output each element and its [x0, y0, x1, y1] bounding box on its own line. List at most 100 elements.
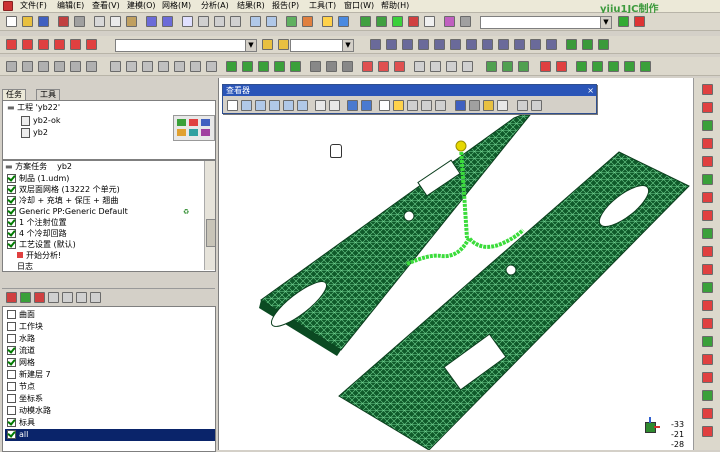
- menu-help[interactable]: 帮助(H): [381, 0, 409, 12]
- mesh-tool-36-icon[interactable]: [608, 61, 619, 72]
- menu-model[interactable]: 建模(O): [127, 0, 156, 12]
- layer-item[interactable]: 流道: [7, 345, 35, 357]
- layer-combo[interactable]: ▼: [290, 39, 354, 52]
- query-icon[interactable]: [322, 16, 333, 27]
- menu-file[interactable]: 文件(F): [20, 0, 47, 12]
- checkbox-icon[interactable]: [7, 394, 16, 403]
- viewer-pan-icon[interactable]: [255, 100, 266, 111]
- checkbox-icon[interactable]: [7, 310, 16, 319]
- menu-view[interactable]: 查看(V): [92, 0, 120, 12]
- save-icon[interactable]: [38, 16, 49, 27]
- grid-icon[interactable]: [460, 16, 471, 27]
- viewer-center-icon[interactable]: [297, 100, 308, 111]
- mesh-tool-32-icon[interactable]: [540, 61, 551, 72]
- viewer-query-icon[interactable]: [329, 100, 340, 111]
- zoom-icon[interactable]: [230, 16, 241, 27]
- side-tool-20-icon[interactable]: [702, 426, 713, 437]
- menu-edit[interactable]: 编辑(E): [57, 0, 84, 12]
- viewer-view-front-icon[interactable]: [393, 100, 404, 111]
- report-icon[interactable]: [444, 16, 455, 27]
- layer-props-icon[interactable]: [48, 292, 59, 303]
- layer-item[interactable]: 新建层 7: [7, 369, 51, 381]
- viewer-next-icon[interactable]: [531, 100, 542, 111]
- side-tool-11-icon[interactable]: [702, 264, 713, 275]
- delete-layer-icon[interactable]: [34, 292, 45, 303]
- copy-icon[interactable]: [110, 16, 121, 27]
- side-tool-8-icon[interactable]: [702, 210, 713, 221]
- mesh-tool-2-icon[interactable]: [22, 61, 33, 72]
- mesh-tool-37-icon[interactable]: [624, 61, 635, 72]
- project-item-yb2[interactable]: yb2: [21, 127, 48, 139]
- mesh-tool-11-icon[interactable]: [174, 61, 185, 72]
- node-icon[interactable]: [6, 39, 17, 50]
- fit-icon[interactable]: [250, 16, 261, 27]
- mesh-tool-33-icon[interactable]: [556, 61, 567, 72]
- model-viewport[interactable]: -33 -21 -28: [218, 78, 693, 450]
- tool-b-icon[interactable]: [386, 39, 397, 50]
- tool-i-icon[interactable]: [498, 39, 509, 50]
- mesh-tool-16-icon[interactable]: [258, 61, 269, 72]
- open-icon[interactable]: [22, 16, 33, 27]
- mesh-tool-34-icon[interactable]: [576, 61, 587, 72]
- undo-icon[interactable]: [146, 16, 157, 27]
- help-icon[interactable]: [338, 16, 349, 27]
- side-tool-12-icon[interactable]: [702, 282, 713, 293]
- mesh-tool-4-icon[interactable]: [54, 61, 65, 72]
- menu-mesh[interactable]: 网格(M): [162, 0, 191, 12]
- new-icon[interactable]: [6, 16, 17, 27]
- menu-window[interactable]: 窗口(W): [344, 0, 374, 12]
- tool-j-icon[interactable]: [514, 39, 525, 50]
- select-icon[interactable]: [182, 16, 193, 27]
- mesh-tool-5-icon[interactable]: [70, 61, 81, 72]
- checkbox-icon[interactable]: [7, 322, 16, 331]
- project-item-yb2-ok[interactable]: yb2-ok: [21, 115, 60, 127]
- boundary-icon[interactable]: [86, 39, 97, 50]
- mesh-tool-22-icon[interactable]: [362, 61, 373, 72]
- view-combo[interactable]: ▼: [480, 16, 612, 29]
- clean-layer-icon[interactable]: [90, 292, 101, 303]
- mesh-tool-30-icon[interactable]: [502, 61, 513, 72]
- viewer-measure-icon[interactable]: [315, 100, 326, 111]
- tool-n-icon[interactable]: [582, 39, 593, 50]
- menu-results[interactable]: 结果(R): [237, 0, 265, 12]
- paste-icon[interactable]: [126, 16, 137, 27]
- mesh-tool-14-icon[interactable]: [226, 61, 237, 72]
- mesh-tool-23-icon[interactable]: [378, 61, 389, 72]
- mesh-tool-6-icon[interactable]: [86, 61, 97, 72]
- study-scrollbar[interactable]: [204, 161, 215, 270]
- viewer-persp-icon[interactable]: [497, 100, 508, 111]
- log-icon[interactable]: [424, 16, 435, 27]
- tool-a-icon[interactable]: [370, 39, 381, 50]
- tab-tools[interactable]: 工具: [36, 89, 60, 100]
- mesh-tool-12-icon[interactable]: [190, 61, 201, 72]
- view-icon[interactable]: [266, 16, 277, 27]
- mesh-tool-13-icon[interactable]: [206, 61, 217, 72]
- viewer-light-icon[interactable]: [483, 100, 494, 111]
- viewer-view-iso-icon[interactable]: [421, 100, 432, 111]
- mesh-tool-18-icon[interactable]: [290, 61, 301, 72]
- layer-icon[interactable]: [360, 16, 371, 27]
- viewer-plane-icon[interactable]: [347, 100, 358, 111]
- side-tool-10-icon[interactable]: [702, 246, 713, 257]
- palette-icon[interactable]: [634, 16, 645, 27]
- layer-item[interactable]: 标具: [7, 417, 35, 429]
- side-tool-17-icon[interactable]: [702, 372, 713, 383]
- hole-icon[interactable]: [54, 39, 65, 50]
- viewer-toolbar-title[interactable]: 查看器 ×: [223, 85, 596, 96]
- mesh-tool-15-icon[interactable]: [242, 61, 253, 72]
- mesh-tool-21-icon[interactable]: [342, 61, 353, 72]
- checkbox-icon[interactable]: [7, 418, 16, 427]
- tool-k-icon[interactable]: [530, 39, 541, 50]
- viewer-rotate-icon[interactable]: [241, 100, 252, 111]
- checkbox-icon[interactable]: [7, 370, 16, 379]
- layer-item[interactable]: 坐标系: [7, 393, 43, 405]
- checkbox-icon[interactable]: [7, 334, 16, 343]
- tool-l-icon[interactable]: [546, 39, 557, 50]
- checkbox-icon[interactable]: [7, 430, 16, 439]
- viewer-select-icon[interactable]: [227, 100, 238, 111]
- layer-item[interactable]: 节点: [7, 381, 35, 393]
- checkbox-icon[interactable]: [7, 406, 16, 415]
- local-cs-icon[interactable]: [70, 39, 81, 50]
- run-icon[interactable]: [392, 16, 403, 27]
- print-icon[interactable]: [74, 16, 85, 27]
